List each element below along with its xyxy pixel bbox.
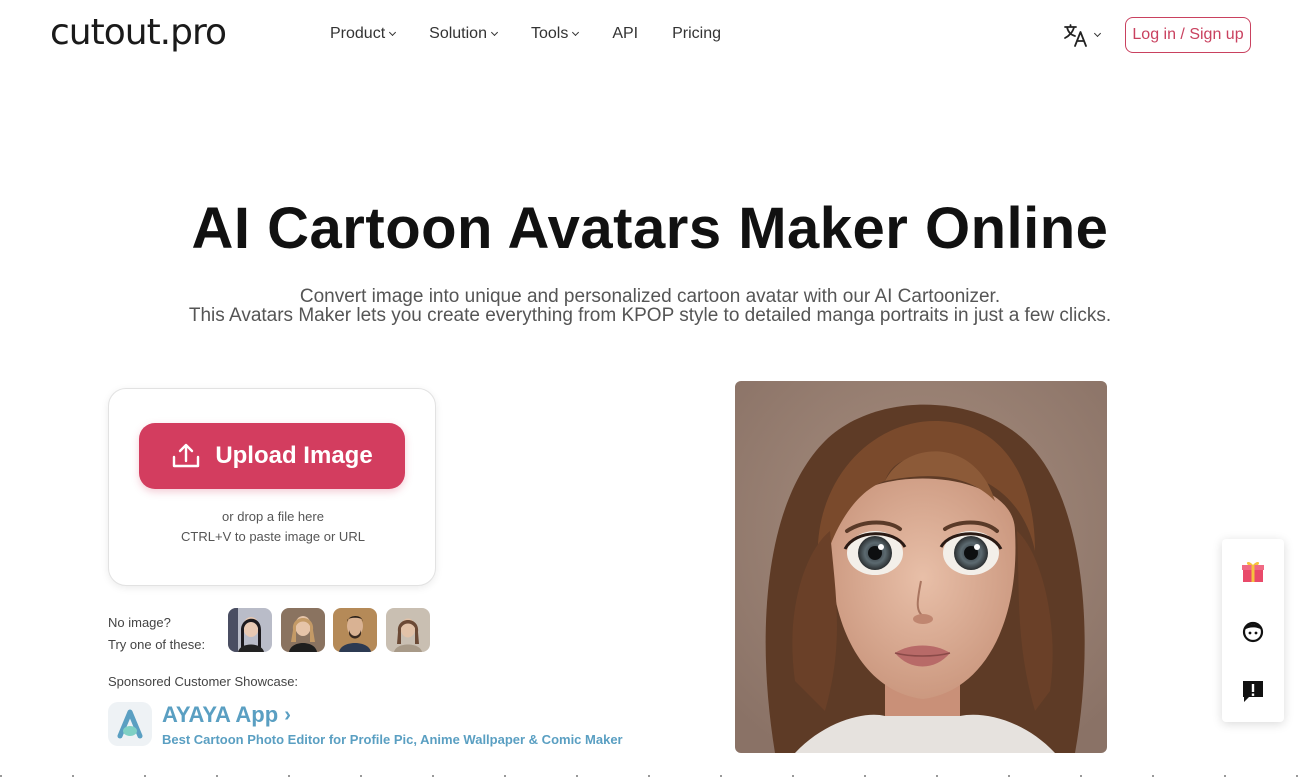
ayaya-app-name: AYAYA App <box>162 702 279 727</box>
upload-dropzone[interactable]: Upload Image or drop a file here CTRL+V … <box>108 388 436 586</box>
feedback-icon[interactable] <box>1239 677 1267 705</box>
main-nav: Product Solution Tools API Pricing <box>330 25 755 43</box>
ayaya-app-link[interactable]: AYAYA App › <box>162 702 291 728</box>
login-signup-button[interactable]: Log in / Sign up <box>1125 17 1251 53</box>
nav-solution-label: Solution <box>429 25 487 42</box>
translate-icon <box>1064 24 1087 47</box>
nav-solution[interactable]: Solution <box>429 25 499 43</box>
nav-pricing-label: Pricing <box>672 25 722 42</box>
floating-side-panel <box>1222 539 1284 722</box>
nav-product[interactable]: Product <box>330 25 397 43</box>
chevron-down-icon <box>1093 29 1102 38</box>
logo[interactable]: cutout.pro <box>50 12 227 53</box>
nav-pricing[interactable]: Pricing <box>672 25 721 43</box>
paste-hint: CTRL+V to paste image or URL <box>181 529 365 544</box>
upload-button-label: Upload Image <box>215 442 373 469</box>
samples-label-line-1: No image? <box>108 615 171 630</box>
sample-image-4[interactable] <box>386 608 430 652</box>
upload-icon <box>173 443 200 468</box>
sample-image-2[interactable] <box>281 608 325 652</box>
gift-icon[interactable] <box>1239 557 1267 585</box>
subtitle-line-2: This Avatars Maker lets you create every… <box>188 305 1112 326</box>
page-title: AI Cartoon Avatars Maker Online <box>191 196 1109 261</box>
cartoon-avatar-example-image <box>735 381 1107 753</box>
upload-image-button[interactable]: Upload Image <box>139 423 405 489</box>
nav-tools[interactable]: Tools <box>530 25 580 43</box>
nav-api[interactable]: API <box>612 25 638 43</box>
page-subtitle: Convert image into unique and personaliz… <box>0 287 1300 325</box>
sample-image-1[interactable] <box>228 608 272 652</box>
chevron-down-icon <box>490 28 499 37</box>
chevron-right-icon: › <box>284 703 291 726</box>
samples-label: No image? Try one of these: <box>108 612 205 656</box>
nav-api-label: API <box>612 25 639 42</box>
chevron-down-icon <box>572 28 580 37</box>
ayaya-app-description[interactable]: Best Cartoon Photo Editor for Profile Pi… <box>162 732 623 747</box>
ayaya-app-logo[interactable] <box>108 702 152 746</box>
samples-label-line-2: Try one of these: <box>108 637 206 652</box>
chevron-down-icon <box>389 28 397 37</box>
language-selector[interactable] <box>1063 22 1102 48</box>
site-header: cutout.pro Product Solution Tools API Pr… <box>0 0 1300 70</box>
page-fold-divider <box>0 775 1300 777</box>
nav-tools-label: Tools <box>530 25 569 42</box>
support-face-icon[interactable] <box>1239 617 1267 645</box>
sample-image-3[interactable] <box>333 608 377 652</box>
nav-product-label: Product <box>330 25 386 42</box>
subtitle-line-1: Convert image into unique and personaliz… <box>299 286 1001 307</box>
drop-hint: or drop a file here <box>222 509 324 524</box>
sponsored-label: Sponsored Customer Showcase: <box>108 674 299 689</box>
